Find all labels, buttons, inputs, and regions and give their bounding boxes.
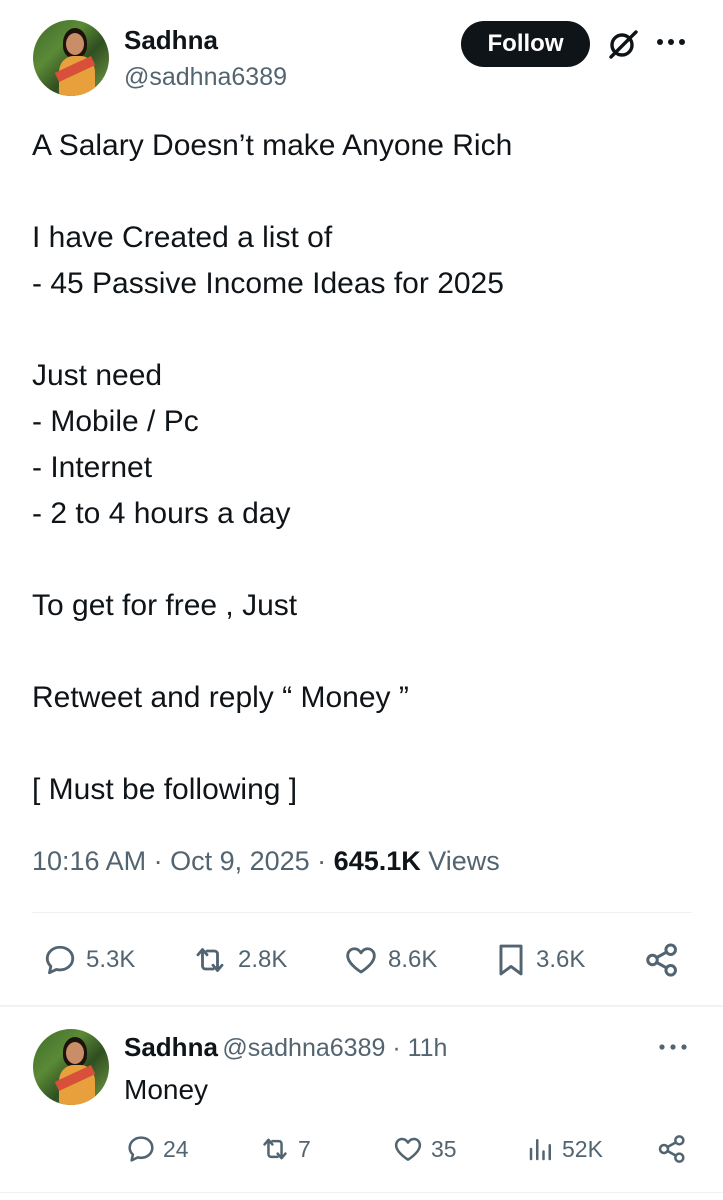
post-time[interactable]: 10:16 AM [32, 846, 146, 876]
post-text-line: - Mobile / Pc [32, 405, 199, 438]
reply-icon [128, 1136, 154, 1162]
reply-author-handle[interactable]: @sadhna6389 [222, 1034, 385, 1062]
views-count: 645.1K [333, 846, 421, 876]
reply-icon [45, 945, 75, 975]
reply-header: Sadhna @sadhna6389 · 11h [124, 1032, 447, 1063]
section-divider [0, 1005, 723, 1007]
like-button[interactable]: 8.6K [342, 942, 437, 978]
like-icon [346, 947, 376, 974]
post-text-line [32, 307, 692, 353]
post-text-line: A Salary Doesn’t make Anyone Rich [32, 129, 513, 162]
reply-repost-button[interactable]: 7 [258, 1133, 311, 1165]
reply-age[interactable]: 11h [408, 1034, 448, 1062]
like-icon [394, 1137, 422, 1161]
post-text-line: I have Created a list of [32, 221, 333, 254]
reply-avatar[interactable] [33, 1029, 109, 1105]
repost-count: 2.8K [238, 946, 288, 973]
post-text-line [32, 721, 692, 767]
views-label: Views [428, 846, 500, 876]
reply-reply-button[interactable]: 24 [125, 1133, 189, 1165]
post-text-line [32, 537, 692, 583]
like-count: 8.6K [388, 946, 438, 973]
reply-text: Money [124, 1074, 209, 1105]
views-icon [529, 1139, 551, 1161]
reply-repost-count: 7 [298, 1135, 311, 1162]
post-text-line: To get for free , Just [32, 589, 298, 622]
post-date[interactable]: Oct 9, 2025 [170, 846, 310, 876]
reply-button[interactable]: 5.3K [42, 942, 135, 978]
reply-share-icon[interactable] [656, 1133, 688, 1165]
reply-count: 5.3K [86, 946, 136, 973]
author-avatar[interactable] [33, 20, 109, 96]
post-text-line: - 2 to 4 hours a day [32, 497, 291, 530]
bookmark-button[interactable]: 3.6K [494, 941, 585, 979]
reply-views-button[interactable]: 52K [526, 1133, 603, 1165]
repost-button[interactable]: 2.8K [190, 942, 287, 978]
post-text-line: [ Must be following ] [32, 773, 298, 806]
post-text-line [32, 169, 692, 215]
post-text-line: Just need [32, 359, 163, 392]
reply-reply-count: 24 [163, 1135, 189, 1162]
bookmark-icon [499, 944, 523, 976]
follow-button[interactable]: Follow [461, 21, 590, 67]
author-name[interactable]: Sadhna [124, 25, 218, 56]
divider [32, 912, 692, 913]
post-text: A Salary Doesn’t make Anyone Rich I have… [32, 123, 692, 813]
reply-author-name[interactable]: Sadhna [124, 1032, 218, 1062]
post-meta: 10:16 AM · Oct 9, 2025 · 645.1K Views [32, 846, 500, 876]
author-handle[interactable]: @sadhna6389 [124, 63, 287, 92]
post-text-line [32, 629, 692, 675]
bookmark-count: 3.6K [536, 946, 586, 973]
separator-dot: · [385, 1034, 408, 1062]
bottom-divider [0, 1192, 723, 1193]
post-text-line: - Internet [32, 451, 153, 484]
reply-views-count: 52K [562, 1135, 603, 1162]
reply-like-count: 35 [431, 1135, 457, 1162]
repost-icon [263, 1138, 287, 1160]
reply-more-icon[interactable] [656, 1039, 690, 1055]
reply-like-button[interactable]: 35 [391, 1133, 457, 1165]
more-icon[interactable] [654, 34, 688, 50]
share-icon[interactable] [643, 941, 681, 979]
repost-icon [196, 948, 224, 972]
post-text-line: Retweet and reply “ Money ” [32, 681, 409, 714]
grok-icon[interactable] [607, 28, 639, 60]
post-text-line: - 45 Passive Income Ideas for 2025 [32, 267, 504, 300]
